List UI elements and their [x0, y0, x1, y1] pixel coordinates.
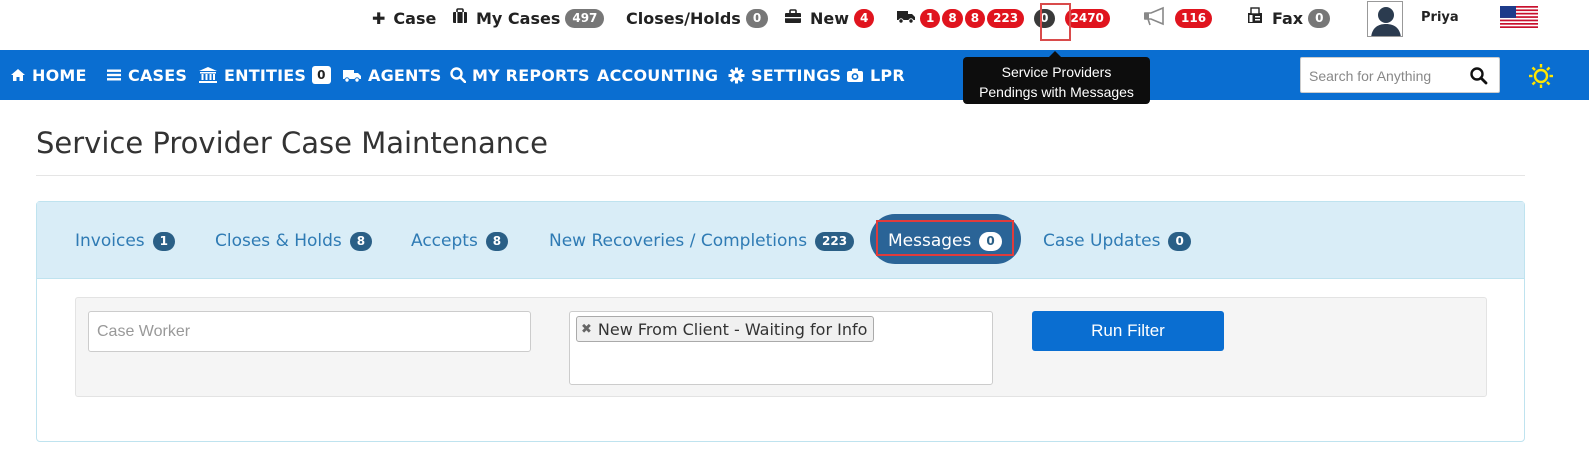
case-worker-field	[88, 311, 531, 352]
nav-agents[interactable]: AGENTS	[342, 65, 441, 85]
provider-badge-2[interactable]: 8	[942, 8, 963, 28]
fax-count-badge: 0	[1308, 8, 1331, 28]
list-icon	[106, 68, 122, 82]
nav-cases[interactable]: CASES	[106, 65, 187, 85]
tooltip-line-1: Service Providers	[1001, 64, 1112, 80]
title-divider	[36, 175, 1525, 176]
new-cases-link[interactable]: New 4	[784, 6, 875, 30]
remove-tag-icon[interactable]: ✖	[581, 322, 592, 337]
bank-icon	[198, 66, 218, 84]
status-tag-label: New From Client - Waiting for Info	[597, 319, 868, 339]
tab-closes-holds-label: Closes & Holds	[215, 231, 342, 251]
plus-icon: ✚	[372, 8, 386, 28]
theme-toggle-sun-icon[interactable]	[1528, 63, 1554, 89]
tab-invoices-label: Invoices	[75, 231, 145, 251]
tab-accepts[interactable]: Accepts 8	[411, 229, 509, 253]
new-cases-count-badge: 4	[854, 8, 875, 28]
filter-well: ✖ New From Client - Waiting for Info Run…	[75, 297, 1487, 397]
nav-agents-label: AGENTS	[368, 65, 442, 85]
new-cases-label: New	[810, 8, 850, 28]
case-worker-input[interactable]	[89, 312, 530, 351]
nav-my-reports-label: MY REPORTS	[472, 65, 590, 85]
new-case-link[interactable]: ✚ Case	[372, 6, 436, 30]
briefcase-icon	[452, 8, 468, 28]
closes-holds-count-badge: 0	[745, 8, 769, 28]
camera-icon	[846, 67, 864, 83]
truck-icon	[896, 8, 916, 28]
tab-invoices[interactable]: Invoices 1	[75, 229, 175, 253]
top-utility-bar: ✚ Case My Cases 497 Closes/Holds 0 New 4…	[0, 0, 1589, 50]
tabs-bar: Invoices 1 Closes & Holds 8 Accepts 8 Ne…	[37, 202, 1524, 279]
megaphone-icon	[1141, 6, 1169, 30]
user-avatar[interactable]	[1367, 1, 1403, 37]
search-icon[interactable]	[1469, 66, 1489, 86]
gear-icon	[728, 67, 745, 84]
closes-holds-label: Closes/Holds	[626, 8, 741, 28]
announcements-count-badge: 116	[1175, 8, 1213, 28]
nav-my-reports[interactable]: MY REPORTS	[450, 65, 590, 85]
highlight-box	[1040, 3, 1071, 41]
tooltip-line-2: Pendings with Messages	[979, 84, 1134, 100]
tab-case-updates-label: Case Updates	[1043, 231, 1161, 251]
nav-settings[interactable]: SETTINGS	[728, 65, 841, 85]
tab-closes-holds[interactable]: Closes & Holds 8	[215, 229, 373, 253]
tab-accepts-count: 8	[485, 231, 509, 251]
my-cases-count-badge: 497	[565, 8, 605, 28]
tab-closes-holds-count: 8	[349, 231, 373, 251]
nav-entities-label: ENTITIES	[224, 65, 307, 85]
service-providers-group: 1 8 8 223 0 2470	[896, 6, 1110, 30]
case-maintenance-panel: Invoices 1 Closes & Holds 8 Accepts 8 Ne…	[36, 201, 1525, 442]
tab-case-updates-count: 0	[1168, 231, 1191, 251]
closes-holds-link[interactable]: Closes/Holds 0	[626, 6, 769, 30]
nav-entities[interactable]: ENTITIES 0	[198, 65, 331, 85]
global-search	[1300, 57, 1500, 93]
my-cases-label: My Cases	[476, 8, 561, 28]
tab-new-recoveries-label: New Recoveries / Completions	[549, 231, 808, 251]
tab-new-recoveries[interactable]: New Recoveries / Completions 223	[549, 229, 855, 253]
provider-badge-1[interactable]: 1	[920, 8, 941, 28]
status-multiselect[interactable]: ✖ New From Client - Waiting for Info	[569, 311, 993, 385]
fax-icon	[1246, 7, 1264, 29]
my-cases-link[interactable]: My Cases 497	[452, 6, 605, 30]
nav-accounting-label: ACCOUNTING	[597, 65, 719, 85]
nav-home[interactable]: HOME	[10, 65, 87, 85]
run-filter-button[interactable]: Run Filter	[1032, 311, 1224, 351]
fax-label: Fax	[1272, 8, 1304, 28]
nav-settings-label: SETTINGS	[751, 65, 842, 85]
service-providers-tooltip: Service Providers Pendings with Messages	[963, 51, 1150, 104]
truck-icon	[342, 67, 362, 83]
user-name[interactable]: Priya	[1421, 10, 1459, 25]
us-flag-icon[interactable]	[1500, 6, 1538, 28]
entities-count-badge: 0	[312, 66, 331, 84]
messages-tab-highlight	[876, 220, 1014, 256]
toolbox-icon	[784, 8, 802, 28]
status-tag: ✖ New From Client - Waiting for Info	[576, 316, 875, 342]
home-icon	[10, 68, 26, 82]
nav-lpr-label: LPR	[870, 65, 905, 85]
provider-badge-6[interactable]: 2470	[1064, 8, 1110, 28]
provider-badge-4[interactable]: 223	[987, 8, 1025, 28]
announcements-link[interactable]: 116	[1141, 6, 1213, 30]
provider-badge-3[interactable]: 8	[964, 8, 986, 28]
nav-cases-label: CASES	[128, 65, 188, 85]
search-icon	[450, 67, 466, 83]
new-case-label: Case	[393, 8, 437, 28]
page-title: Service Provider Case Maintenance	[36, 126, 548, 160]
nav-home-label: HOME	[32, 65, 87, 85]
tab-accepts-label: Accepts	[411, 231, 478, 251]
tab-invoices-count: 1	[152, 231, 175, 251]
nav-lpr[interactable]: LPR	[846, 65, 905, 85]
nav-accounting[interactable]: ACCOUNTING	[597, 65, 718, 85]
tab-new-recoveries-count: 223	[815, 231, 855, 251]
global-search-input[interactable]	[1309, 66, 1459, 86]
tab-case-updates[interactable]: Case Updates 0	[1043, 229, 1191, 253]
fax-link[interactable]: Fax 0	[1246, 6, 1331, 30]
